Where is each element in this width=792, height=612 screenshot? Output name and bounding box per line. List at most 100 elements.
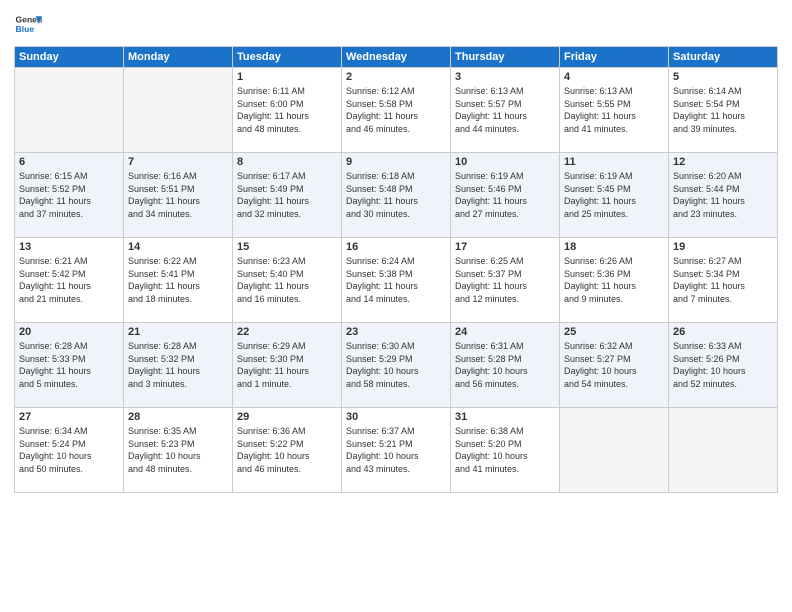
day-number: 16: [346, 241, 446, 253]
calendar-cell: 20 Sunrise: 6:28 AM Sunset: 5:33 PM Dayli…: [15, 323, 124, 408]
week-row-2: 6 Sunrise: 6:15 AM Sunset: 5:52 PM Daylig…: [15, 153, 778, 238]
day-info: Sunrise: 6:21 AM Sunset: 5:42 PM Dayligh…: [19, 255, 119, 305]
calendar-cell: [560, 408, 669, 493]
day-info: Sunrise: 6:11 AM Sunset: 6:00 PM Dayligh…: [237, 85, 337, 135]
calendar-cell: [124, 68, 233, 153]
day-number: 31: [455, 411, 555, 423]
day-number: 22: [237, 326, 337, 338]
day-info: Sunrise: 6:18 AM Sunset: 5:48 PM Dayligh…: [346, 170, 446, 220]
weekday-header-tuesday: Tuesday: [233, 47, 342, 68]
svg-text:Blue: Blue: [16, 24, 35, 34]
calendar-cell: 28 Sunrise: 6:35 AM Sunset: 5:23 PM Dayli…: [124, 408, 233, 493]
day-info: Sunrise: 6:37 AM Sunset: 5:21 PM Dayligh…: [346, 425, 446, 475]
calendar-cell: 21Sunrise: 6:28 AM Sunset: 5:32 PM Dayli…: [124, 323, 233, 408]
weekday-header-friday: Friday: [560, 47, 669, 68]
day-number: 4: [564, 71, 664, 83]
calendar-cell: [669, 408, 778, 493]
day-info: Sunrise: 6:12 AM Sunset: 5:58 PM Dayligh…: [346, 85, 446, 135]
day-info: Sunrise: 6:26 AM Sunset: 5:36 PM Dayligh…: [564, 255, 664, 305]
week-row-4: 20 Sunrise: 6:28 AM Sunset: 5:33 PM Dayli…: [15, 323, 778, 408]
day-number: 17: [455, 241, 555, 253]
page: General Blue SundayMondayTuesdayWednesda…: [0, 0, 792, 612]
calendar-cell: 30 Sunrise: 6:37 AM Sunset: 5:21 PM Dayli…: [342, 408, 451, 493]
weekday-header-saturday: Saturday: [669, 47, 778, 68]
calendar-cell: 19Sunrise: 6:27 AM Sunset: 5:34 PM Dayli…: [669, 238, 778, 323]
day-info: Sunrise: 6:29 AM Sunset: 5:30 PM Dayligh…: [237, 340, 337, 390]
calendar-cell: 27 Sunrise: 6:34 AM Sunset: 5:24 PM Dayli…: [15, 408, 124, 493]
day-number: 15: [237, 241, 337, 253]
header: General Blue: [14, 10, 778, 38]
week-row-5: 27 Sunrise: 6:34 AM Sunset: 5:24 PM Dayli…: [15, 408, 778, 493]
day-info: Sunrise: 6:22 AM Sunset: 5:41 PM Dayligh…: [128, 255, 228, 305]
day-number: 13: [19, 241, 119, 253]
day-number: 5: [673, 71, 773, 83]
weekday-header-sunday: Sunday: [15, 47, 124, 68]
calendar-cell: 31 Sunrise: 6:38 AM Sunset: 5:20 PM Dayli…: [451, 408, 560, 493]
day-number: 11: [564, 156, 664, 168]
day-info: Sunrise: 6:24 AM Sunset: 5:38 PM Dayligh…: [346, 255, 446, 305]
calendar-cell: 23 Sunrise: 6:30 AM Sunset: 5:29 PM Dayli…: [342, 323, 451, 408]
calendar-cell: 29 Sunrise: 6:36 AM Sunset: 5:22 PM Dayli…: [233, 408, 342, 493]
calendar-cell: 5 Sunrise: 6:14 AM Sunset: 5:54 PM Daylig…: [669, 68, 778, 153]
weekday-header-row: SundayMondayTuesdayWednesdayThursdayFrid…: [15, 47, 778, 68]
day-info: Sunrise: 6:14 AM Sunset: 5:54 PM Dayligh…: [673, 85, 773, 135]
day-number: 9: [346, 156, 446, 168]
calendar-cell: 26 Sunrise: 6:33 AM Sunset: 5:26 PM Dayli…: [669, 323, 778, 408]
day-number: 27: [19, 411, 119, 423]
calendar-cell: 7 Sunrise: 6:16 AM Sunset: 5:51 PM Daylig…: [124, 153, 233, 238]
calendar-cell: 9 Sunrise: 6:18 AM Sunset: 5:48 PM Daylig…: [342, 153, 451, 238]
calendar-cell: 25 Sunrise: 6:32 AM Sunset: 5:27 PM Dayli…: [560, 323, 669, 408]
day-info: Sunrise: 6:36 AM Sunset: 5:22 PM Dayligh…: [237, 425, 337, 475]
day-number: 30: [346, 411, 446, 423]
day-number: 25: [564, 326, 664, 338]
day-info: Sunrise: 6:19 AM Sunset: 5:46 PM Dayligh…: [455, 170, 555, 220]
calendar-cell: 1 Sunrise: 6:11 AM Sunset: 6:00 PM Daylig…: [233, 68, 342, 153]
day-number: 28: [128, 411, 228, 423]
day-info: Sunrise: 6:28 AM Sunset: 5:32 PM Dayligh…: [128, 340, 228, 390]
day-number: 6: [19, 156, 119, 168]
weekday-header-thursday: Thursday: [451, 47, 560, 68]
day-info: Sunrise: 6:30 AM Sunset: 5:29 PM Dayligh…: [346, 340, 446, 390]
calendar-cell: 16 Sunrise: 6:24 AM Sunset: 5:38 PM Dayli…: [342, 238, 451, 323]
day-info: Sunrise: 6:34 AM Sunset: 5:24 PM Dayligh…: [19, 425, 119, 475]
day-info: Sunrise: 6:32 AM Sunset: 5:27 PM Dayligh…: [564, 340, 664, 390]
day-info: Sunrise: 6:20 AM Sunset: 5:44 PM Dayligh…: [673, 170, 773, 220]
calendar-cell: 6 Sunrise: 6:15 AM Sunset: 5:52 PM Daylig…: [15, 153, 124, 238]
day-number: 10: [455, 156, 555, 168]
day-info: Sunrise: 6:27 AM Sunset: 5:34 PM Dayligh…: [673, 255, 773, 305]
calendar-cell: 24Sunrise: 6:31 AM Sunset: 5:28 PM Dayli…: [451, 323, 560, 408]
calendar-cell: 13 Sunrise: 6:21 AM Sunset: 5:42 PM Dayli…: [15, 238, 124, 323]
calendar-cell: 17Sunrise: 6:25 AM Sunset: 5:37 PM Dayli…: [451, 238, 560, 323]
calendar-cell: 14 Sunrise: 6:22 AM Sunset: 5:41 PM Dayli…: [124, 238, 233, 323]
day-number: 3: [455, 71, 555, 83]
day-number: 23: [346, 326, 446, 338]
day-number: 20: [19, 326, 119, 338]
calendar-cell: 8 Sunrise: 6:17 AM Sunset: 5:49 PM Daylig…: [233, 153, 342, 238]
calendar-cell: 18Sunrise: 6:26 AM Sunset: 5:36 PM Dayli…: [560, 238, 669, 323]
day-info: Sunrise: 6:15 AM Sunset: 5:52 PM Dayligh…: [19, 170, 119, 220]
day-info: Sunrise: 6:35 AM Sunset: 5:23 PM Dayligh…: [128, 425, 228, 475]
day-info: Sunrise: 6:33 AM Sunset: 5:26 PM Dayligh…: [673, 340, 773, 390]
day-number: 8: [237, 156, 337, 168]
logo-icon: General Blue: [14, 10, 42, 38]
day-number: 2: [346, 71, 446, 83]
calendar-table: SundayMondayTuesdayWednesdayThursdayFrid…: [14, 46, 778, 493]
day-number: 26: [673, 326, 773, 338]
day-number: 24: [455, 326, 555, 338]
calendar-cell: 10 Sunrise: 6:19 AM Sunset: 5:46 PM Dayli…: [451, 153, 560, 238]
day-number: 1: [237, 71, 337, 83]
day-number: 7: [128, 156, 228, 168]
day-info: Sunrise: 6:38 AM Sunset: 5:20 PM Dayligh…: [455, 425, 555, 475]
day-info: Sunrise: 6:28 AM Sunset: 5:33 PM Dayligh…: [19, 340, 119, 390]
day-info: Sunrise: 6:13 AM Sunset: 5:55 PM Dayligh…: [564, 85, 664, 135]
day-number: 14: [128, 241, 228, 253]
weekday-header-wednesday: Wednesday: [342, 47, 451, 68]
calendar-cell: 3Sunrise: 6:13 AM Sunset: 5:57 PM Daylig…: [451, 68, 560, 153]
day-info: Sunrise: 6:17 AM Sunset: 5:49 PM Dayligh…: [237, 170, 337, 220]
day-number: 29: [237, 411, 337, 423]
day-info: Sunrise: 6:19 AM Sunset: 5:45 PM Dayligh…: [564, 170, 664, 220]
week-row-1: 1 Sunrise: 6:11 AM Sunset: 6:00 PM Daylig…: [15, 68, 778, 153]
day-info: Sunrise: 6:16 AM Sunset: 5:51 PM Dayligh…: [128, 170, 228, 220]
calendar-cell: 12Sunrise: 6:20 AM Sunset: 5:44 PM Dayli…: [669, 153, 778, 238]
logo-area: General Blue: [14, 10, 42, 38]
